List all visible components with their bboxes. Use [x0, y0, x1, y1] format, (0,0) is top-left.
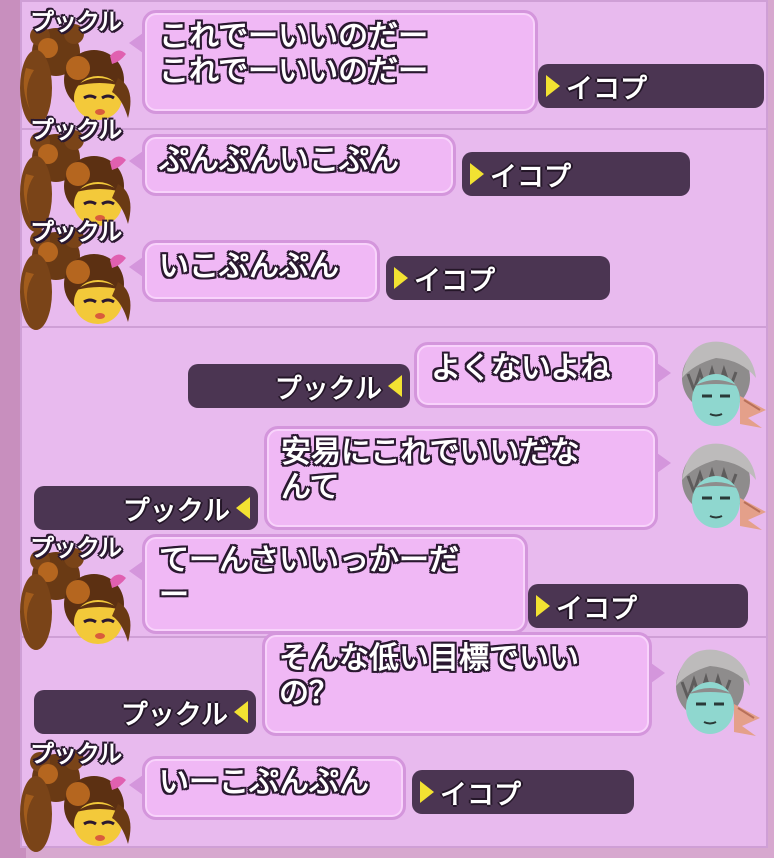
message-text: いーこぷんぷん: [159, 765, 369, 800]
message-text: てーんさいいっかーだ ー: [159, 543, 459, 613]
bubble-tail: [129, 561, 143, 581]
message-bubble: 安易にこれでいいだな んて: [264, 426, 671, 530]
recipient-tag[interactable]: イコプ: [528, 584, 748, 628]
bubble-tail: [129, 33, 143, 53]
silver-hair-elf-avatar-icon: [680, 340, 768, 430]
message-text: いこぷんぷん: [159, 249, 339, 284]
arrow-right-icon: [546, 75, 560, 97]
silver-hair-elf-avatar-icon: [680, 442, 768, 532]
message-bubble: よくないよね: [414, 342, 671, 408]
speaker-name: プックル: [30, 218, 122, 246]
arrow-right-icon: [536, 595, 550, 617]
bubble-tail: [129, 257, 143, 277]
speaker-tag-name: プックル: [120, 699, 228, 731]
speaker-tag[interactable]: プックル: [34, 486, 258, 530]
bubble-tail: [129, 775, 143, 795]
message-bubble: いこぷんぷん: [129, 240, 380, 302]
arrow-left-icon: [234, 701, 248, 723]
arrow-right-icon: [394, 267, 408, 289]
arrow-left-icon: [236, 497, 250, 519]
speaker-tag-name: プックル: [122, 495, 230, 527]
speaker-tag[interactable]: プックル: [34, 690, 256, 734]
silver-hair-elf-avatar-icon: [674, 648, 762, 738]
speaker-name: プックル: [30, 534, 122, 562]
recipient-tag[interactable]: イコプ: [462, 152, 690, 196]
recipient-name: イコプ: [556, 593, 637, 625]
recipient-tag[interactable]: イコプ: [386, 256, 610, 300]
message-bubble: いーこぷんぷん: [129, 756, 406, 820]
recipient-name: イコプ: [414, 265, 495, 297]
message-text: よくないよね: [431, 351, 611, 386]
recipient-name: イコプ: [440, 779, 521, 811]
speaker-tag-name: プックル: [274, 373, 382, 405]
arrow-left-icon: [388, 375, 402, 397]
recipient-name: イコプ: [490, 161, 571, 193]
arrow-right-icon: [470, 163, 484, 185]
speaker-name: プックル: [30, 740, 122, 768]
arrow-right-icon: [420, 781, 434, 803]
message-text: ぷんぷんいこぷん: [159, 143, 399, 178]
recipient-tag[interactable]: イコプ: [538, 64, 764, 108]
recipient-tag[interactable]: イコプ: [412, 770, 634, 814]
speaker-name: プックル: [30, 8, 122, 36]
message-bubble: ぷんぷんいこぷん: [129, 134, 456, 196]
bubble-tail: [129, 151, 143, 171]
message-text: これでーいいのだー これでーいいのだー: [159, 19, 429, 89]
message-text: そんな低い目標でいい の？: [279, 641, 579, 711]
speaker-name: プックル: [30, 116, 122, 144]
message-bubble: てーんさいいっかーだ ー: [129, 534, 528, 634]
recipient-name: イコプ: [566, 73, 647, 105]
message-bubble: これでーいいのだー これでーいいのだー: [129, 10, 538, 114]
message-text: 安易にこれでいいだな んて: [281, 435, 580, 505]
speaker-tag[interactable]: プックル: [188, 364, 410, 408]
message-bubble: そんな低い目標でいい の？: [262, 632, 665, 736]
